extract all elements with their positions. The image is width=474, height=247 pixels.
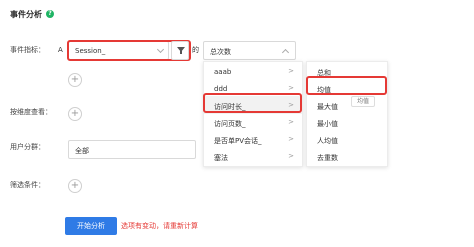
aggregate-item-max[interactable]: 最大值: [307, 96, 387, 114]
chevron-right-icon: >: [288, 84, 294, 92]
chevron-up-icon: [281, 48, 290, 57]
aggregate-item-highlight: [306, 76, 387, 95]
chevron-right-icon: >: [288, 152, 294, 160]
group-by-label: 按维度查看：: [10, 108, 52, 116]
property-item-page-views[interactable]: 访问页数_ >: [204, 113, 302, 131]
property-item-aaab[interactable]: aaab >: [204, 62, 302, 80]
aggregate-select[interactable]: 总次数: [203, 41, 296, 60]
filter-icon-stem: [180, 51, 182, 54]
page-title: 事件分析: [10, 10, 42, 19]
property-item-saifa[interactable]: 塞法 >: [204, 147, 302, 165]
chevron-right-icon: >: [288, 118, 294, 126]
connector-text: 的: [192, 46, 199, 54]
property-dropdown: aaab > ddd > 访问时长_ > 访问页数_ > 是否单PV会话_ > …: [203, 61, 303, 167]
aggregate-item-min[interactable]: 最小值: [307, 113, 387, 131]
chevron-right-icon: >: [288, 135, 294, 143]
aggregate-item-per-user[interactable]: 人均值: [307, 130, 387, 148]
metric-letter: A: [58, 46, 63, 54]
recalculate-warning: 选项有变动，请重新计算: [121, 222, 198, 230]
property-item-single-pv[interactable]: 是否单PV会话_ >: [204, 130, 302, 148]
event-filter-button[interactable]: [171, 41, 189, 60]
aggregate-item-distinct[interactable]: 去重数: [307, 147, 387, 165]
help-icon[interactable]: ?: [46, 10, 54, 18]
user-group-select[interactable]: 全部: [68, 140, 196, 159]
start-analysis-button[interactable]: 开始分析: [65, 217, 117, 235]
property-item-highlight: [203, 93, 302, 113]
event-metric-label: 事件指标：: [10, 46, 45, 54]
add-metric-icon[interactable]: +: [68, 73, 82, 87]
hover-tooltip: 均值: [351, 96, 375, 107]
filter-label: 筛选条件：: [10, 181, 45, 189]
add-dimension-icon[interactable]: +: [68, 107, 82, 121]
user-group-value: 全部: [75, 147, 89, 155]
aggregate-select-value: 总次数: [210, 48, 231, 56]
chevron-right-icon: >: [288, 67, 294, 75]
user-group-label: 用户分群：: [10, 143, 45, 151]
add-filter-icon[interactable]: +: [68, 179, 82, 193]
